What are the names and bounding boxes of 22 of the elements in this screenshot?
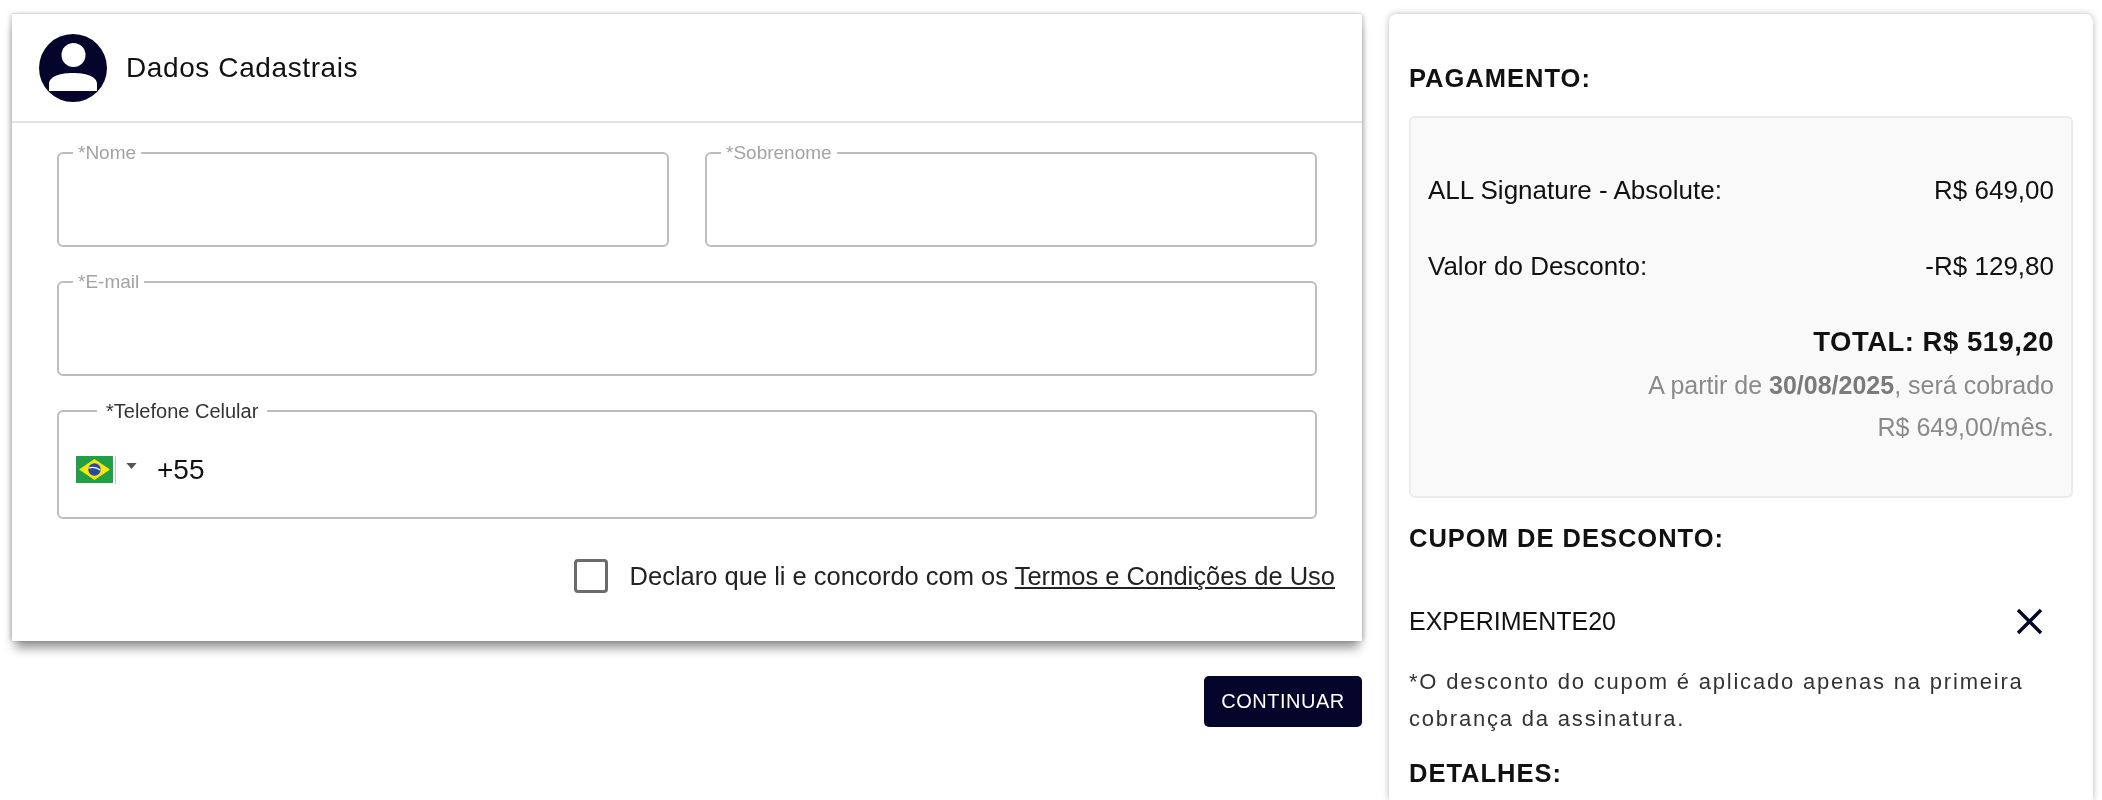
coupon-note: *O desconto do cupom é aplicado apenas na primeira cobrança da assinatura. [1409,668,2025,733]
continue-button[interactable]: CONTINUAR [1204,676,1362,727]
price-value: -R$ 129,80 [1925,250,2054,283]
terms-link[interactable]: Termos e Condições de Uso [1014,562,1335,590]
total-price: TOTAL: R$ 519,20 [1813,325,2054,359]
coupon-code: EXPERIMENTE20 [1409,606,1616,636]
price-label: ALL Signature - Absolute: [1428,174,1722,207]
phone-number-input[interactable]: +55 [137,449,1315,490]
user-avatar-icon [39,33,107,102]
terms-text: Declaro que li e concordo com os Termos e Condições de Uso [629,561,1335,592]
flag-icon [76,456,113,483]
price-value: R$ 649,00 [1934,174,2054,207]
billing-note: A partir de 30/08/2025, será cobrado R$ 649,00/mês. [1647,370,2054,443]
close-icon[interactable] [2016,607,2043,635]
card-title: Dados Cadastrais [126,51,359,84]
section-title: PAGAMENTO: [1409,64,1591,92]
section-title: CUPOM DE DESCONTO: [1409,524,1725,552]
section-title: DETALHES: [1409,759,1563,787]
price-label: Valor do Desconto: [1428,250,1648,283]
phone-field[interactable]: *Telefone Celular +55 [57,400,1317,519]
checkbox[interactable] [573,559,608,593]
caret-icon[interactable] [126,462,137,469]
